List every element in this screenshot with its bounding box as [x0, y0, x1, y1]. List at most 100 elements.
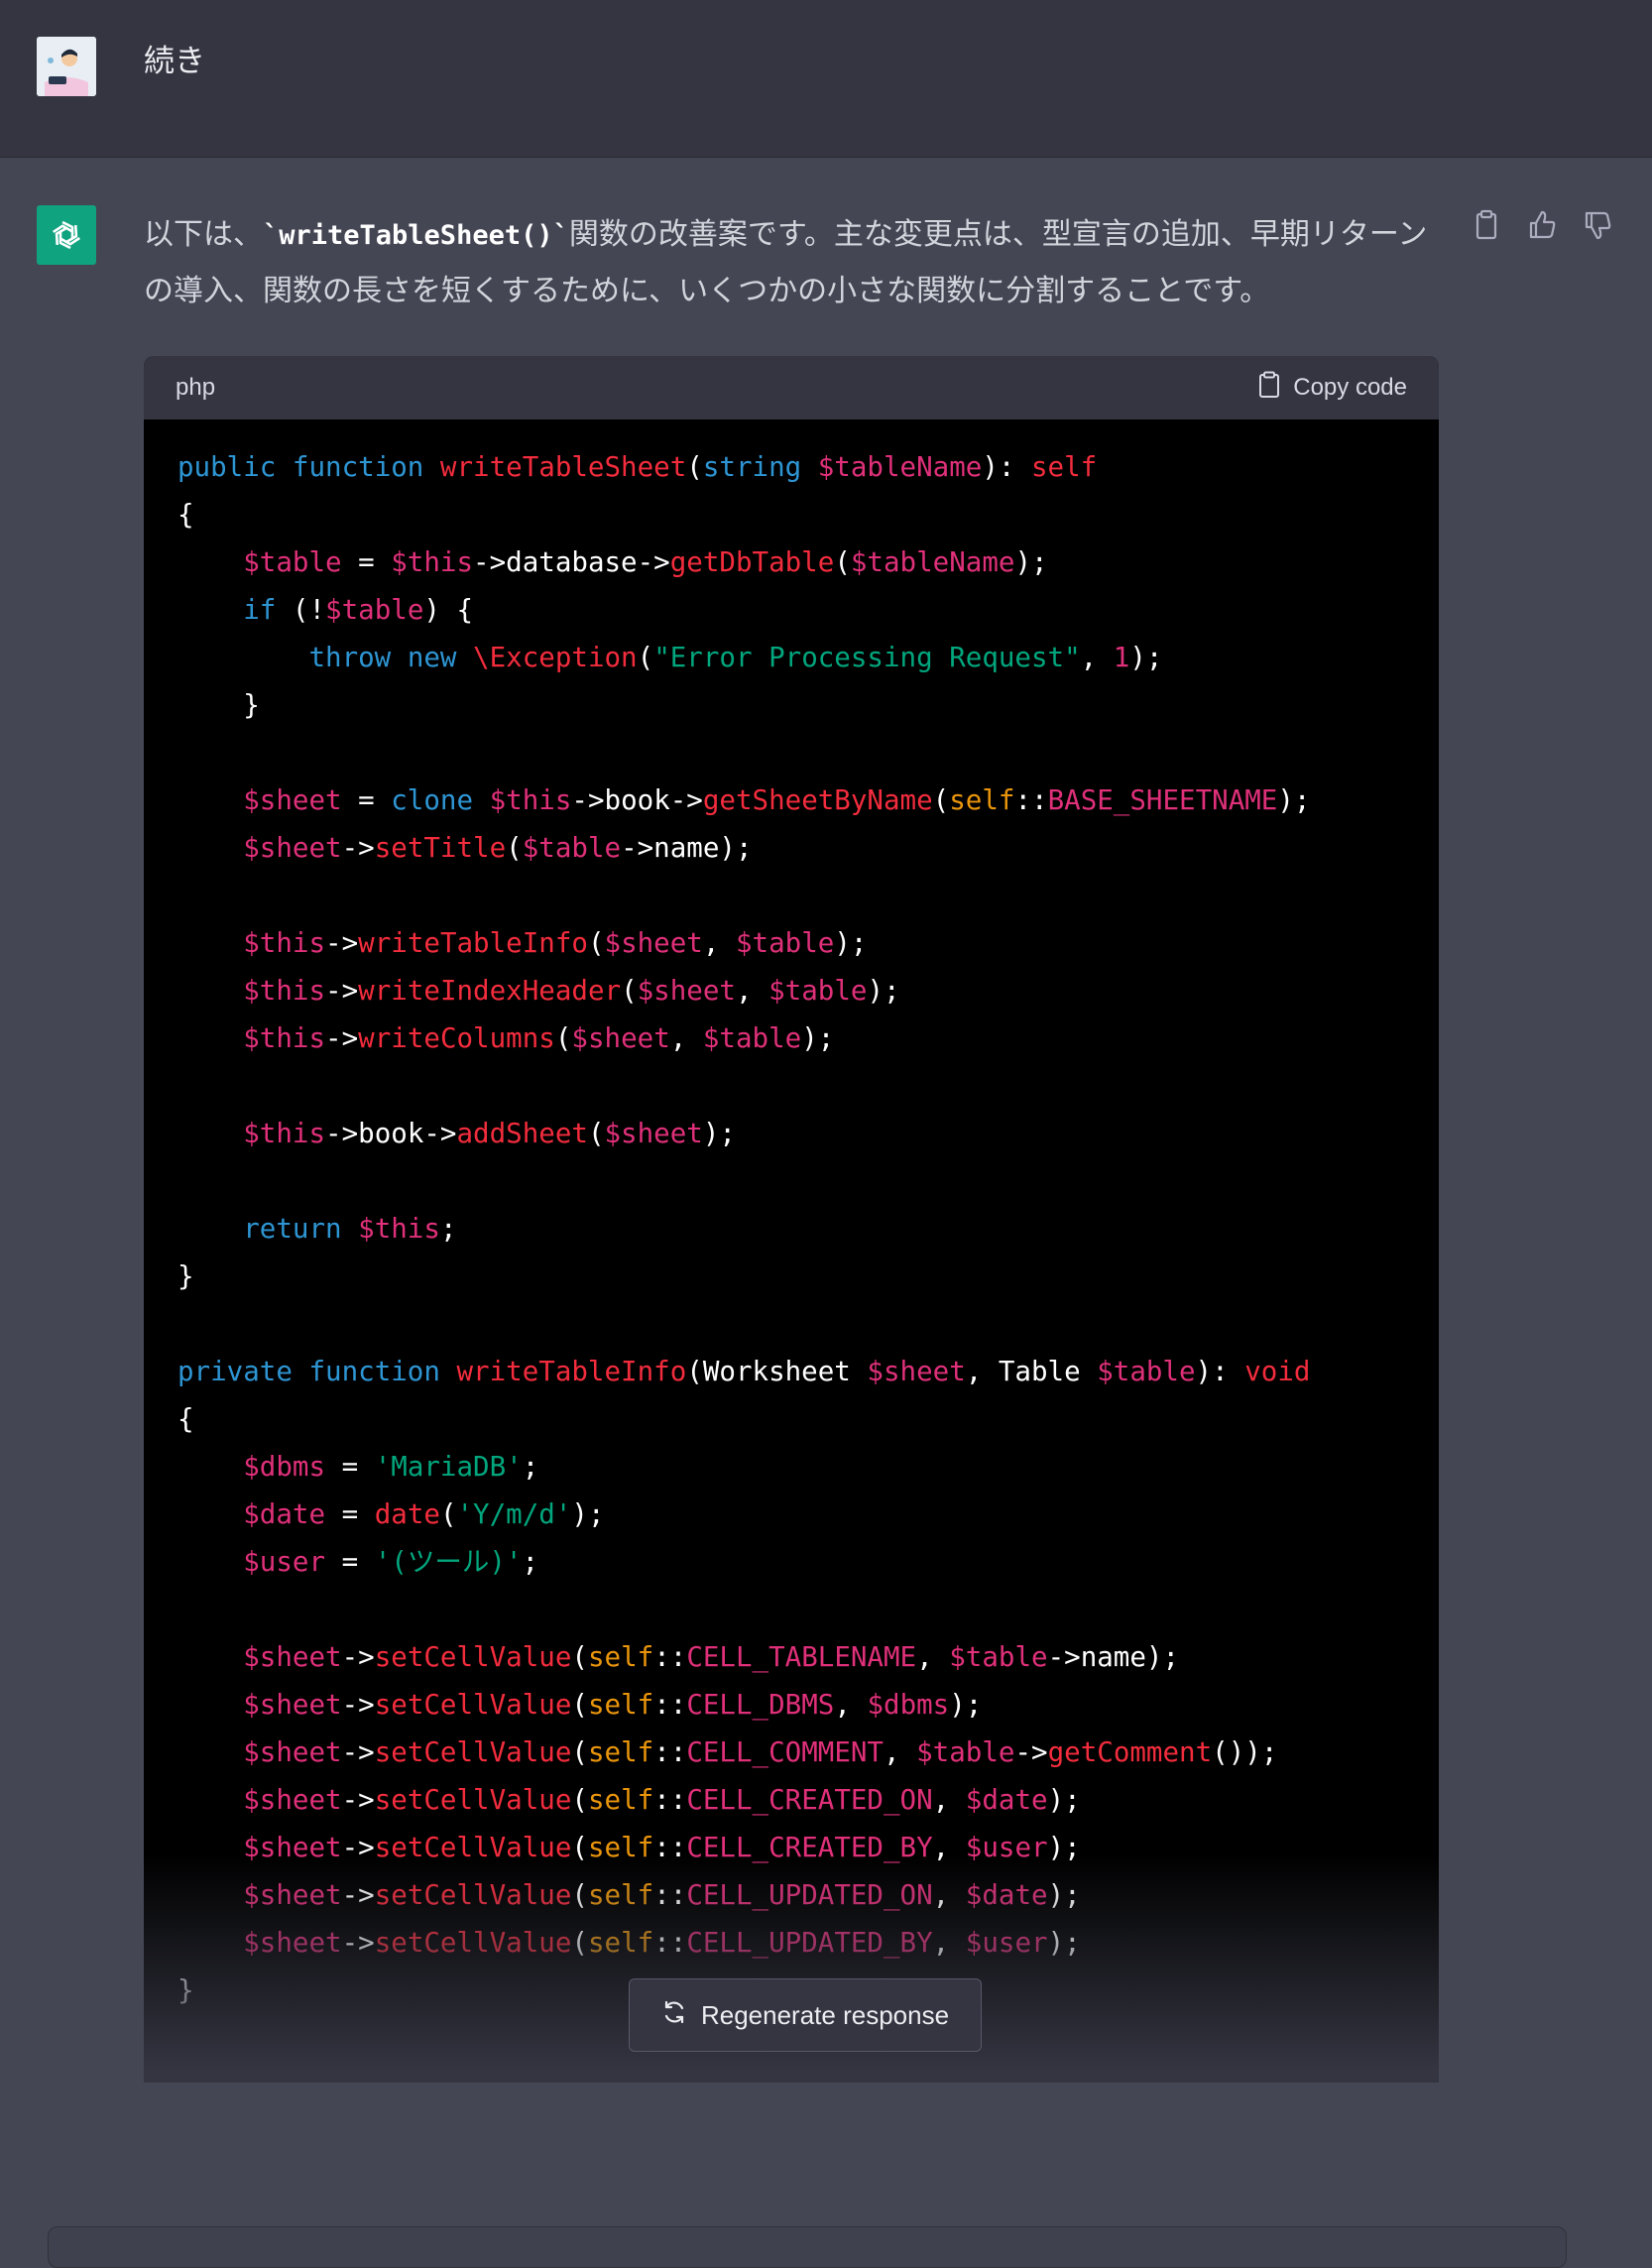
code-line: $this->writeIndexHeader($sheet, $table); — [177, 967, 1405, 1015]
code-token: $tableName — [850, 546, 1015, 578]
code-token: if — [243, 594, 277, 626]
code-token: -> — [341, 1641, 375, 1673]
code-token: -> — [341, 1736, 375, 1768]
code-token: $sheet — [604, 927, 703, 959]
code-token: ()); — [1212, 1736, 1278, 1768]
code-token: :: — [653, 1832, 687, 1863]
code-token: -> — [325, 927, 359, 959]
code-token: $sheet — [243, 1832, 342, 1863]
code-token: $sheet — [243, 1641, 342, 1673]
code-token: self — [587, 1736, 654, 1768]
code-token: , — [884, 1736, 917, 1768]
code-token: ( — [637, 642, 654, 673]
code-token: date — [374, 1498, 440, 1530]
regenerate-response-button[interactable]: Regenerate response — [629, 1978, 982, 2052]
code-token: ): — [982, 451, 1031, 483]
code-token: $table — [243, 546, 342, 578]
code-token: private — [177, 1356, 293, 1387]
code-token: } — [177, 689, 260, 721]
code-token: addSheet — [456, 1118, 588, 1149]
message-input-bar[interactable] — [48, 2226, 1567, 2268]
code-token: -> — [325, 975, 359, 1007]
code-token: ( — [439, 1498, 457, 1530]
code-token: ); — [571, 1498, 605, 1530]
code-token: CELL_DBMS — [686, 1689, 835, 1721]
copy-code-button[interactable]: Copy code — [1257, 371, 1407, 406]
code-token: self — [587, 1832, 654, 1863]
code-token: $this — [391, 546, 474, 578]
code-token: getComment — [1047, 1736, 1213, 1768]
code-token: } — [177, 1974, 194, 2006]
code-line: $sheet->setCellValue(self::CELL_DBMS, $d… — [177, 1681, 1405, 1729]
code-token: $sheet — [243, 1784, 342, 1816]
inline-code: `writeTableSheet()` — [263, 220, 569, 251]
code-token: , — [916, 1641, 950, 1673]
code-token: ( — [932, 784, 950, 816]
code-token: CELL_UPDATED_BY — [686, 1927, 933, 1959]
code-token: $tableName — [817, 451, 983, 483]
code-token: $sheet — [243, 1927, 342, 1959]
code-line: { — [177, 1395, 1405, 1443]
thumbs-down-icon[interactable] — [1583, 209, 1612, 241]
intro-text-before: 以下は、 — [144, 217, 263, 252]
code-token: $table — [949, 1641, 1048, 1673]
code-token: ( — [571, 1927, 588, 1959]
user-message-text: 続き — [144, 44, 205, 79]
code-token: = — [341, 546, 392, 578]
code-token: -> — [325, 1022, 359, 1054]
code-token: -> — [341, 1879, 375, 1911]
clipboard-icon[interactable] — [1472, 209, 1501, 241]
code-token: self — [587, 1641, 654, 1673]
code-line: $sheet->setTitle($table->name); — [177, 824, 1405, 872]
code-token: ); — [1129, 642, 1163, 673]
code-token: :: — [653, 1689, 687, 1721]
code-token: ->name); — [1047, 1641, 1180, 1673]
code-token: { — [177, 499, 194, 531]
thumbs-up-icon[interactable] — [1527, 209, 1557, 241]
code-token: getDbTable — [669, 546, 835, 578]
code-token: self — [587, 1879, 654, 1911]
code-token: ( — [834, 546, 851, 578]
code-token: getSheetByName — [702, 784, 933, 816]
code-token: $dbms — [243, 1451, 326, 1483]
code-token: ); — [1047, 1784, 1081, 1816]
code-token: $this — [243, 927, 326, 959]
code-token: :: — [653, 1927, 687, 1959]
code-token: -> — [341, 1784, 375, 1816]
code-token: $user — [243, 1546, 326, 1578]
code-token: 'MariaDB' — [374, 1451, 523, 1483]
code-token: $sheet — [243, 1689, 342, 1721]
code-token: \Exception — [473, 642, 638, 673]
code-token: ->name); — [621, 832, 753, 864]
code-token: -> — [341, 1689, 375, 1721]
assistant-message-row: 以下は、`writeTableSheet()`関数の改善案です。主な変更点は、型… — [0, 158, 1652, 2268]
clipboard-icon — [1257, 371, 1281, 406]
code-token: self — [587, 1927, 654, 1959]
code-token: (Worksheet — [686, 1356, 868, 1387]
code-token: self — [587, 1784, 654, 1816]
code-line: } — [177, 681, 1405, 729]
code-token: $table — [1097, 1356, 1196, 1387]
code-token: ; — [439, 1213, 457, 1245]
code-token: $table — [325, 594, 424, 626]
code-token: , — [932, 1927, 966, 1959]
code-token: } — [177, 1260, 194, 1292]
code-token: -> — [341, 1832, 375, 1863]
code-token: setCellValue — [374, 1927, 572, 1959]
code-token: setCellValue — [374, 1784, 572, 1816]
code-token: CELL_TABLENAME — [686, 1641, 917, 1673]
code-line: $sheet = clone $this->book->getSheetByNa… — [177, 776, 1405, 824]
